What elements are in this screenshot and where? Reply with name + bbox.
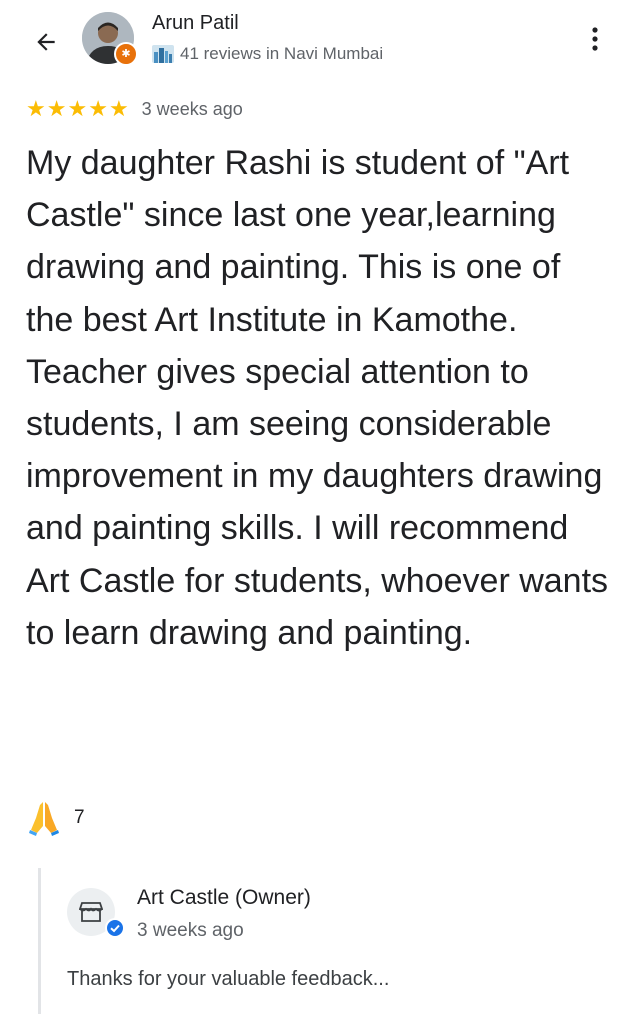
more-vert-icon [592, 27, 598, 51]
owner-reply-time: 3 weeks ago [137, 920, 244, 941]
reviewer-meta-text: 41 reviews in Navi Mumbai [180, 44, 384, 63]
star-icon: ★ [108, 96, 129, 121]
verified-badge [105, 918, 125, 938]
review-time: 3 weeks ago [141, 98, 243, 119]
reviewer-avatar-wrapper[interactable]: ✱ [82, 12, 138, 66]
star-icon: ★ [67, 96, 88, 121]
more-options-button[interactable] [580, 22, 610, 56]
verified-check-icon [107, 920, 123, 936]
review-text: My daughter Rashi is student of "Art Cas… [26, 144, 609, 652]
review-header: ✱ Arun Patil 41 reviews in Navi Mumbai [0, 0, 639, 86]
owner-reply-text: Thanks for your valuable feedback... [67, 968, 390, 990]
rating-row: ★ ★ ★ ★ ★ 3 weeks ago [26, 98, 243, 120]
reaction-count: 7 [74, 807, 85, 828]
reviewer-meta: 41 reviews in Navi Mumbai [152, 44, 383, 64]
star-icon: ★ [46, 96, 67, 121]
back-button[interactable] [26, 22, 66, 62]
city-icon [152, 45, 174, 63]
star-icon: ★ [26, 96, 46, 121]
arrow-back-icon [37, 33, 55, 51]
star-rating: ★ ★ ★ ★ ★ [26, 98, 130, 120]
star-icon: ★ [88, 96, 108, 121]
owner-name: Art Castle (Owner) [137, 886, 311, 909]
local-guide-badge-icon: ✱ [114, 42, 138, 66]
reviewer-name[interactable]: Arun Patil [152, 12, 239, 35]
praying-hands-icon [29, 802, 59, 836]
owner-response: Art Castle (Owner) 3 weeks ago Thanks fo… [38, 868, 621, 1014]
reaction-button[interactable]: 7 [28, 800, 85, 836]
storefront-icon [79, 902, 103, 922]
